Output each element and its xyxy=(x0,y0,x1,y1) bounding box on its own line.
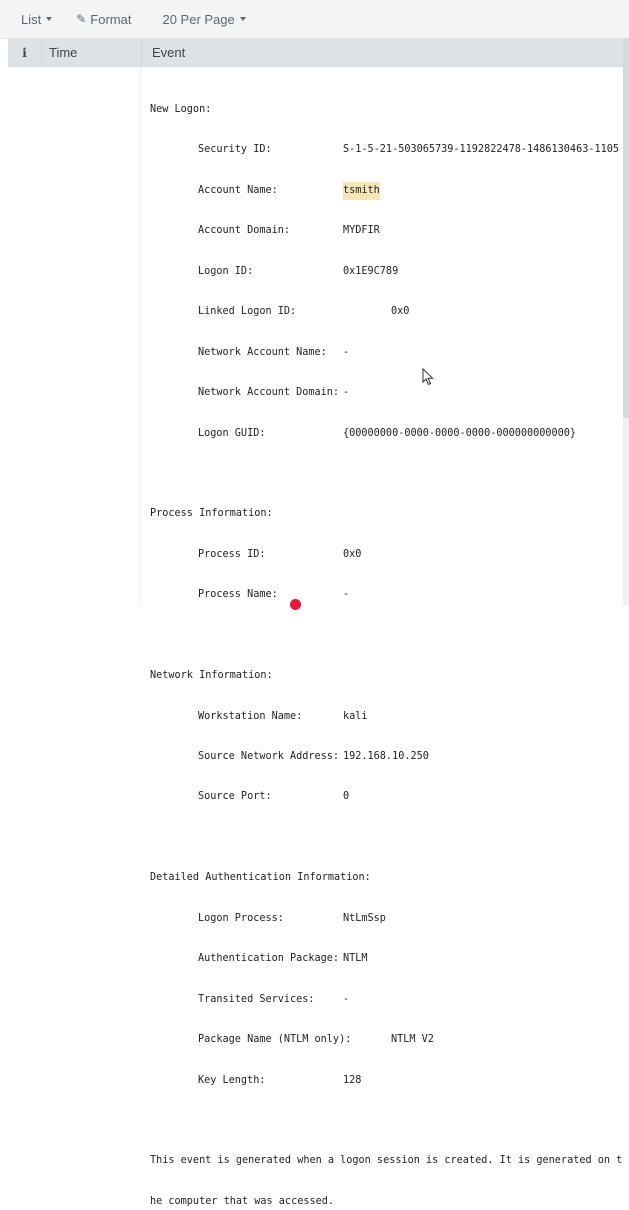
workstation-name-value[interactable]: kali xyxy=(343,708,368,726)
auth-package-label: Authentication Package: xyxy=(198,953,340,965)
pencil-icon: ✎ xyxy=(76,12,87,26)
network-account-domain-label: Network Account Domain: xyxy=(198,387,340,399)
format-label: Format xyxy=(90,11,132,27)
vertical-scrollbar[interactable] xyxy=(623,38,629,605)
table-row: New Logon: Security ID: S-1-5-21-50306573… xyxy=(8,67,625,1207)
transited-services-value[interactable]: - xyxy=(343,991,349,1009)
network-info-heading: Network Information: xyxy=(150,670,273,682)
logon-process-label: Logon Process: xyxy=(198,912,284,924)
new-logon-heading: New Logon: xyxy=(150,104,212,115)
process-info-heading: Process Information: xyxy=(150,508,273,520)
per-page-dropdown[interactable]: 20 Per Page xyxy=(162,11,246,27)
package-name-value[interactable]: NTLM V2 xyxy=(391,1031,434,1049)
source-port-label: Source Port: xyxy=(198,791,272,803)
chevron-down-icon xyxy=(46,17,53,21)
results-toolbar: List ✎ Format 20 Per Page xyxy=(0,0,629,39)
format-button[interactable]: ✎ Format xyxy=(76,12,131,27)
package-name-label: Package Name (NTLM only): xyxy=(198,1034,352,1046)
event-description-line-2: he computer that was accessed. xyxy=(150,1195,335,1207)
chevron-down-icon xyxy=(239,17,246,21)
account-domain-value[interactable]: MYDFIR xyxy=(343,222,380,240)
process-name-value[interactable]: - xyxy=(343,586,349,604)
event-description-line-1: This event is generated when a logon ses… xyxy=(150,1155,623,1167)
linked-logon-id-value[interactable]: 0x0 xyxy=(391,303,409,321)
auth-info-heading: Detailed Authentication Information: xyxy=(150,872,371,884)
security-id-value[interactable]: S-1-5-21-503065739-1192822478-1486130463… xyxy=(343,141,619,159)
source-address-label: Source Network Address: xyxy=(198,751,340,762)
key-length-label: Key Length: xyxy=(198,1074,266,1086)
source-address-value[interactable]: 192.168.10.250 xyxy=(343,748,429,766)
process-id-value[interactable]: 0x0 xyxy=(343,546,361,564)
list-view-dropdown[interactable]: List xyxy=(21,11,53,27)
list-label: List xyxy=(21,11,42,27)
time-column-header[interactable]: Time xyxy=(41,39,141,67)
logon-guid-value[interactable]: {00000000-0000-0000-0000-000000000000} xyxy=(343,425,576,443)
security-id-label: Security ID: xyxy=(198,144,272,156)
network-account-domain-value[interactable]: - xyxy=(343,384,349,402)
scrollbar-thumb[interactable] xyxy=(623,38,629,418)
network-account-name-value[interactable]: - xyxy=(343,344,349,362)
account-domain-label: Account Domain: xyxy=(198,225,291,237)
event-column-header[interactable]: Event xyxy=(141,39,625,67)
event-text: New Logon: Security ID: S-1-5-21-50306573… xyxy=(150,79,622,1210)
table-header: i Time Event xyxy=(8,39,625,67)
mouse-cursor-icon xyxy=(422,368,434,386)
info-column-header[interactable]: i xyxy=(8,46,41,60)
linked-logon-id-label: Linked Logon ID: xyxy=(198,306,297,318)
column-divider xyxy=(140,67,141,605)
process-name-label: Process Name: xyxy=(198,589,278,601)
transited-services-label: Transited Services: xyxy=(198,993,315,1005)
key-length-value[interactable]: 128 xyxy=(343,1072,361,1090)
logon-process-value[interactable]: NtLmSsp xyxy=(343,910,386,928)
account-name-label: Account Name: xyxy=(198,184,278,196)
logon-id-label: Logon ID: xyxy=(198,265,254,277)
per-page-label: 20 Per Page xyxy=(162,11,235,27)
source-port-value[interactable]: 0 xyxy=(343,788,349,806)
logon-id-value[interactable]: 0x1E9C789 xyxy=(343,263,398,281)
account-name-value[interactable]: tsmith xyxy=(343,181,380,201)
auth-package-value[interactable]: NTLM xyxy=(343,950,368,968)
workstation-name-label: Workstation Name: xyxy=(198,710,303,722)
process-id-label: Process ID: xyxy=(198,548,266,560)
network-account-name-label: Network Account Name: xyxy=(198,346,327,358)
logon-guid-label: Logon GUID: xyxy=(198,427,266,439)
